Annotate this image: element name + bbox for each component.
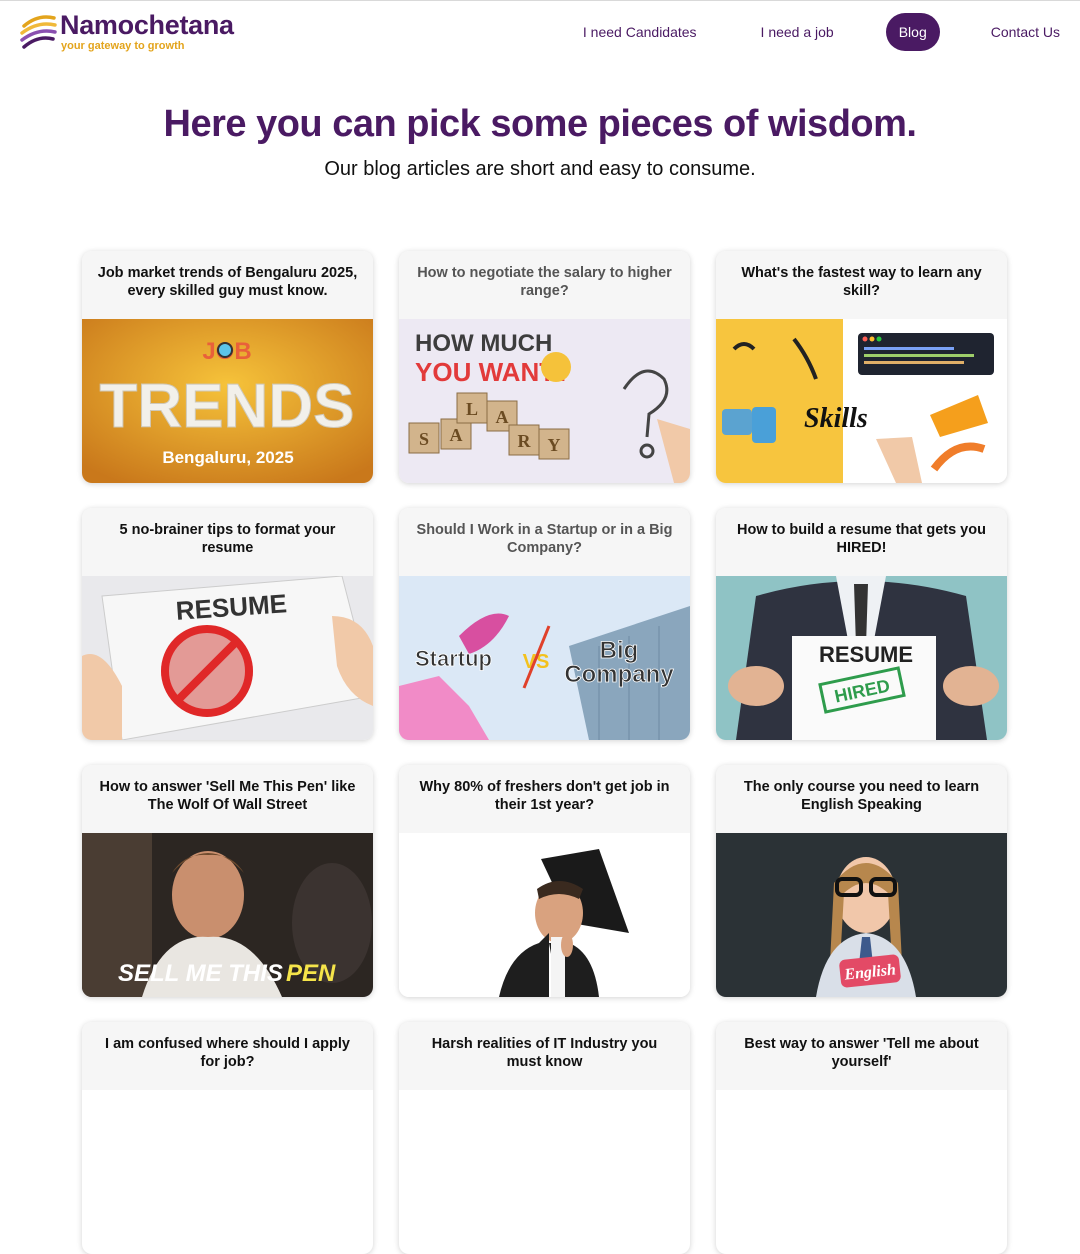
blog-card-image: RESUME: [82, 576, 373, 740]
blog-card-title: 5 no-brainer tips to format your resume: [82, 508, 373, 576]
page-title: Here you can pick some pieces of wisdom.: [163, 103, 917, 145]
blog-card-image: RESUME HIRED: [716, 576, 1007, 740]
main-nav: I need Candidates I need a job Blog Cont…: [583, 13, 1060, 51]
image-text-big: Big: [600, 637, 639, 664]
nav-contact-us[interactable]: Contact Us: [991, 13, 1060, 51]
blog-card-format-resume[interactable]: 5 no-brainer tips to format your resume …: [82, 508, 373, 740]
blog-card-tell-me-about-yourself[interactable]: Best way to answer 'Tell me about yourse…: [716, 1022, 1007, 1254]
image-text-how-much: HOW MUCH: [415, 330, 552, 357]
blog-card-image: [399, 833, 690, 997]
block-letter-r: R: [518, 431, 532, 451]
blog-card-title: Job market trends of Bengaluru 2025, eve…: [82, 251, 373, 319]
blog-card-image: SELL ME THIS PEN: [82, 833, 373, 997]
blog-card-image: English: [716, 833, 1007, 997]
blog-card-title: How to answer 'Sell Me This Pen' like Th…: [82, 765, 373, 833]
block-letter-a: A: [450, 425, 463, 445]
blog-card-image: JOB TRENDS Bengaluru, 2025: [82, 319, 373, 483]
block-letter-s: S: [419, 429, 429, 449]
brand-logo[interactable]: Namochetana your gateway to growth: [20, 10, 234, 52]
nav-i-need-a-job[interactable]: I need a job: [761, 13, 834, 51]
blog-card-title: Should I Work in a Startup or in a Big C…: [399, 508, 690, 576]
nav-i-need-candidates[interactable]: I need Candidates: [583, 13, 697, 51]
image-text-resume: RESUME: [819, 642, 913, 667]
blog-card-resume-hired[interactable]: How to build a resume that gets you HIRE…: [716, 508, 1007, 740]
blog-card-sell-me-this-pen[interactable]: How to answer 'Sell Me This Pen' like Th…: [82, 765, 373, 997]
site-header: Namochetana your gateway to growth I nee…: [0, 1, 1080, 63]
block-letter-l: L: [466, 399, 478, 419]
page-subtitle: Our blog articles are short and easy to …: [324, 158, 756, 180]
blog-card-title: How to build a resume that gets you HIRE…: [716, 508, 1007, 576]
block-letter-y: Y: [548, 435, 561, 455]
blog-card-image: HOW MUCH YOU WANT? S A L A R Y: [399, 319, 690, 483]
nav-blog[interactable]: Blog: [885, 13, 940, 51]
blog-card-negotiate-salary[interactable]: How to negotiate the salary to higher ra…: [399, 251, 690, 483]
image-text-skills: Skills: [804, 403, 868, 434]
blog-card-freshers[interactable]: Why 80% of freshers don't get job in the…: [399, 765, 690, 997]
blog-card-image: Startup VS Big Company: [399, 576, 690, 740]
logo-swoosh-icon: [20, 15, 57, 49]
blog-card-title: How to negotiate the salary to higher ra…: [399, 251, 690, 319]
blog-card-image: Skills: [716, 319, 1007, 483]
brand-name: Namochetana: [60, 10, 234, 40]
image-text-company: Company: [564, 661, 674, 688]
image-text-pen: PEN: [286, 960, 336, 987]
blog-card-learn-skill[interactable]: What's the fastest way to learn any skil…: [716, 251, 1007, 483]
blog-card-job-trends[interactable]: Job market trends of Bengaluru 2025, eve…: [82, 251, 373, 483]
image-text-sell-me-this: SELL ME THIS: [118, 960, 283, 987]
brand-tagline: your gateway to growth: [61, 40, 185, 52]
blog-card-title: The only course you need to learn Englis…: [716, 765, 1007, 833]
blog-card-title: What's the fastest way to learn any skil…: [716, 251, 1007, 319]
image-text-location: Bengaluru, 2025: [162, 448, 293, 467]
blog-card-english-speaking[interactable]: The only course you need to learn Englis…: [716, 765, 1007, 997]
block-letter-a2: A: [496, 407, 509, 427]
blog-card-it-realities[interactable]: Harsh realities of IT Industry you must …: [399, 1022, 690, 1254]
blog-card-title: Why 80% of freshers don't get job in the…: [399, 765, 690, 833]
image-text-startup: Startup: [415, 646, 492, 671]
image-text-trends: TRENDS: [100, 372, 355, 441]
blog-card-where-to-apply[interactable]: I am confused where should I apply for j…: [82, 1022, 373, 1254]
blog-card-startup-vs-big[interactable]: Should I Work in a Startup or in a Big C…: [399, 508, 690, 740]
